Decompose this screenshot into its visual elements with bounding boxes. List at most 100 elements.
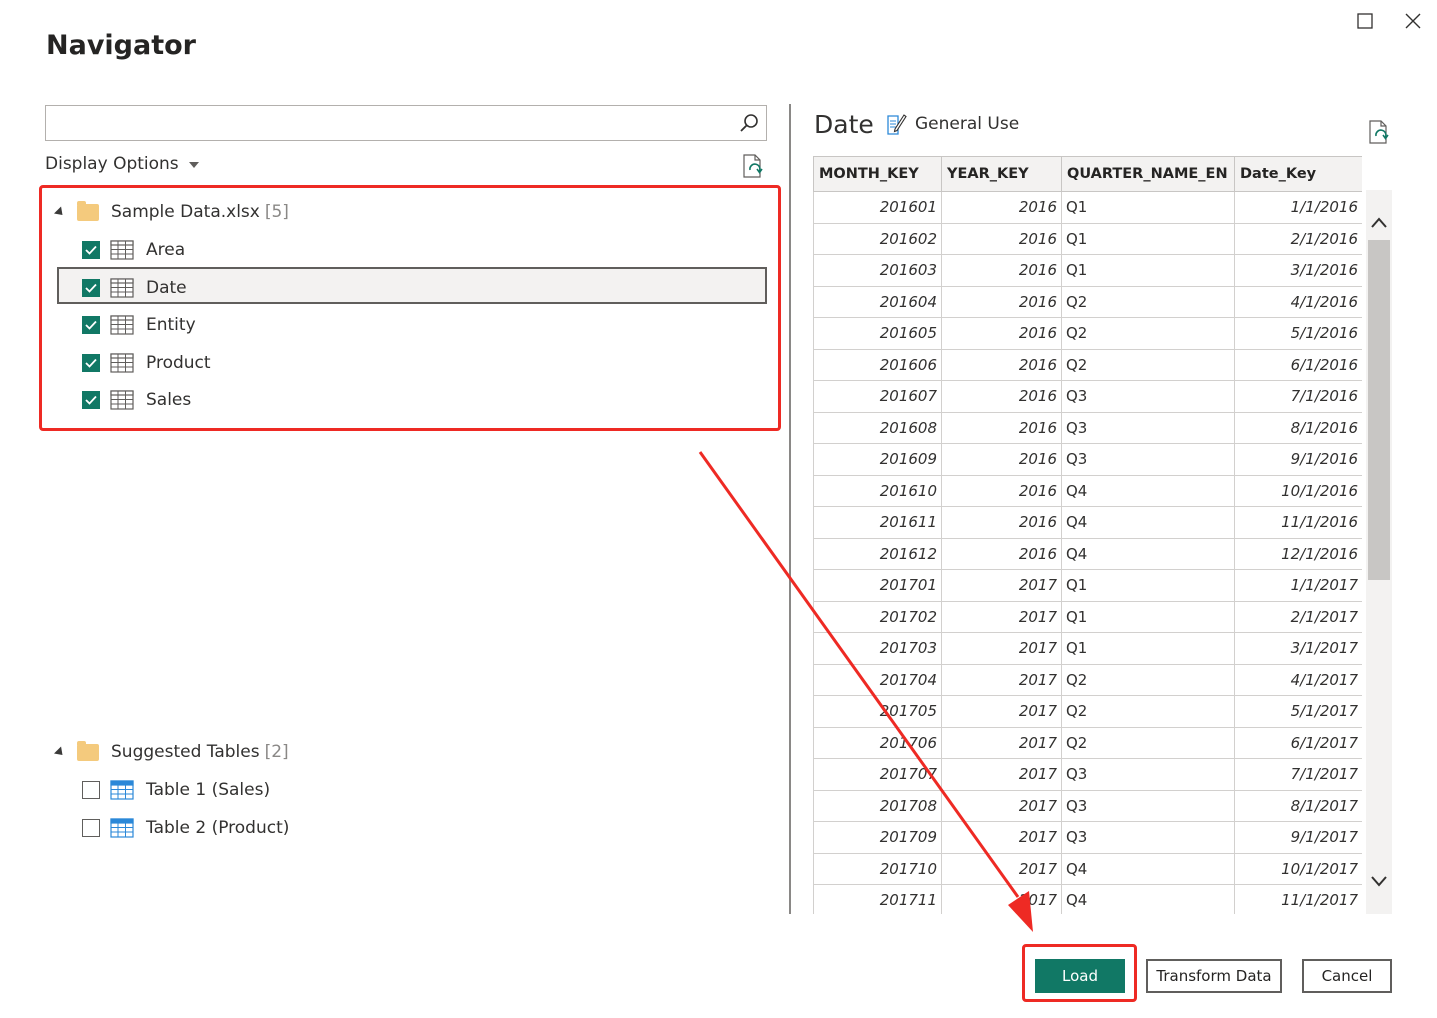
table-cell: 2016 xyxy=(941,474,1062,507)
table-cell: 2016 xyxy=(941,254,1062,287)
search-input[interactable] xyxy=(46,106,726,138)
chevron-up-icon[interactable] xyxy=(1366,210,1392,236)
column-header[interactable]: Date_Key xyxy=(1234,156,1362,192)
display-options-dropdown[interactable]: Display Options xyxy=(45,154,199,174)
checkbox[interactable] xyxy=(82,781,100,799)
table-row: 201608 2016 Q3 8/1/2016 xyxy=(813,411,1362,444)
table-cell: 2/1/2016 xyxy=(1234,222,1362,255)
search-box[interactable] xyxy=(45,105,767,141)
display-options-label: Display Options xyxy=(45,154,179,174)
table-cell: 201602 xyxy=(813,222,942,255)
table-cell: 1/1/2017 xyxy=(1234,569,1362,602)
suggested-count: [2] xyxy=(264,742,289,762)
table-cell: 2017 xyxy=(941,821,1062,854)
table-cell: 201707 xyxy=(813,758,942,791)
table-row: 201605 2016 Q2 5/1/2016 xyxy=(813,317,1362,350)
table-cell: 8/1/2016 xyxy=(1234,411,1362,444)
table-cell: 4/1/2016 xyxy=(1234,285,1362,318)
panel-divider[interactable] xyxy=(789,104,791,914)
table-cell: 2016 xyxy=(941,222,1062,255)
table-cell: 2017 xyxy=(941,852,1062,885)
table-cell: Q1 xyxy=(1061,191,1235,224)
tree-item[interactable]: Table 2 (Product) xyxy=(82,813,289,843)
dialog-title: Navigator xyxy=(46,30,196,61)
table-cell: Q3 xyxy=(1061,443,1235,476)
table-cell: Q1 xyxy=(1061,222,1235,255)
table-cell: 10/1/2017 xyxy=(1234,852,1362,885)
table-cell: 1/1/2016 xyxy=(1234,191,1362,224)
close-button[interactable] xyxy=(1398,6,1428,36)
tree-item[interactable]: Table 1 (Sales) xyxy=(82,775,270,805)
table-cell: Q2 xyxy=(1061,695,1235,728)
maximize-button[interactable] xyxy=(1350,6,1380,36)
table-cell: 2016 xyxy=(941,317,1062,350)
cancel-button[interactable]: Cancel xyxy=(1302,959,1392,993)
table-cell: 201711 xyxy=(813,884,942,914)
table-cell: 201610 xyxy=(813,474,942,507)
tree-node-suggested[interactable]: Suggested Tables [2] xyxy=(53,737,289,767)
scrollbar-thumb[interactable] xyxy=(1368,240,1390,580)
table-cell: 2016 xyxy=(941,285,1062,318)
table-cell: Q4 xyxy=(1061,852,1235,885)
table-cell: 2017 xyxy=(941,632,1062,665)
table-cell: 3/1/2016 xyxy=(1234,254,1362,287)
table-row: 201611 2016 Q4 11/1/2016 xyxy=(813,506,1362,539)
table-cell: Q4 xyxy=(1061,884,1235,914)
table-cell: 2016 xyxy=(941,380,1062,413)
column-header[interactable]: MONTH_KEY xyxy=(813,156,942,192)
table-cell: 8/1/2017 xyxy=(1234,789,1362,822)
table-cell: Q2 xyxy=(1061,348,1235,381)
table-cell: 201709 xyxy=(813,821,942,854)
search-icon[interactable] xyxy=(738,112,760,134)
table-cell: Q3 xyxy=(1061,758,1235,791)
table-cell: 2016 xyxy=(941,191,1062,224)
table-cell: 12/1/2016 xyxy=(1234,537,1362,570)
table-row: 201604 2016 Q2 4/1/2016 xyxy=(813,285,1362,318)
table-cell: 201710 xyxy=(813,852,942,885)
table-cell: Q2 xyxy=(1061,317,1235,350)
expand-triangle-icon[interactable] xyxy=(53,745,67,759)
table-cell: 2017 xyxy=(941,600,1062,633)
annotation-load-highlight xyxy=(1022,944,1137,1002)
table-cell: 201701 xyxy=(813,569,942,602)
refresh-icon[interactable] xyxy=(740,153,766,179)
table-cell: 7/1/2017 xyxy=(1234,758,1362,791)
table-row: 201601 2016 Q1 1/1/2016 xyxy=(813,191,1362,224)
column-header[interactable]: QUARTER_NAME_EN xyxy=(1061,156,1235,192)
preview-title: Date xyxy=(814,110,874,139)
suggested-name: Suggested Tables xyxy=(111,742,260,762)
table-cell: 2017 xyxy=(941,884,1062,914)
column-header[interactable]: YEAR_KEY xyxy=(941,156,1062,192)
table-cell: 2016 xyxy=(941,443,1062,476)
general-use-label[interactable]: General Use xyxy=(885,112,1019,136)
table-cell: Q3 xyxy=(1061,380,1235,413)
table-cell: 9/1/2016 xyxy=(1234,443,1362,476)
table-cell: 2017 xyxy=(941,789,1062,822)
table-row: 201610 2016 Q4 10/1/2016 xyxy=(813,474,1362,507)
general-use-text: General Use xyxy=(915,114,1020,134)
table-row: 201606 2016 Q2 6/1/2016 xyxy=(813,348,1362,381)
table-row: 201602 2016 Q1 2/1/2016 xyxy=(813,222,1362,255)
table-row: 201603 2016 Q1 3/1/2016 xyxy=(813,254,1362,287)
table-row: 201609 2016 Q3 9/1/2016 xyxy=(813,443,1362,476)
table-cell: 2017 xyxy=(941,726,1062,759)
refresh-preview-icon[interactable] xyxy=(1366,118,1392,146)
table-row: 201706 2017 Q2 6/1/2017 xyxy=(813,726,1362,759)
transform-data-button[interactable]: Transform Data xyxy=(1146,959,1282,993)
table-row: 201702 2017 Q1 2/1/2017 xyxy=(813,600,1362,633)
square-icon xyxy=(1357,13,1373,29)
table-row: 201612 2016 Q4 12/1/2016 xyxy=(813,537,1362,570)
table-cell: Q2 xyxy=(1061,285,1235,318)
table-row: 201704 2017 Q2 4/1/2017 xyxy=(813,663,1362,696)
preview-grid[interactable]: MONTH_KEY YEAR_KEY QUARTER_NAME_EN Date_Key… xyxy=(813,156,1362,914)
checkbox[interactable] xyxy=(82,818,100,837)
table-cell: Q3 xyxy=(1061,821,1235,854)
table-row: 201711 2017 Q4 11/1/2017 xyxy=(813,884,1362,914)
table-cell: 2017 xyxy=(941,695,1062,728)
table-cell: 11/1/2017 xyxy=(1234,884,1362,914)
table-row: 201708 2017 Q3 8/1/2017 xyxy=(813,789,1362,822)
x-icon xyxy=(1405,13,1421,29)
table-row: 201707 2017 Q3 7/1/2017 xyxy=(813,758,1362,791)
table-cell: 2016 xyxy=(941,506,1062,539)
chevron-down-icon[interactable] xyxy=(1366,868,1392,894)
